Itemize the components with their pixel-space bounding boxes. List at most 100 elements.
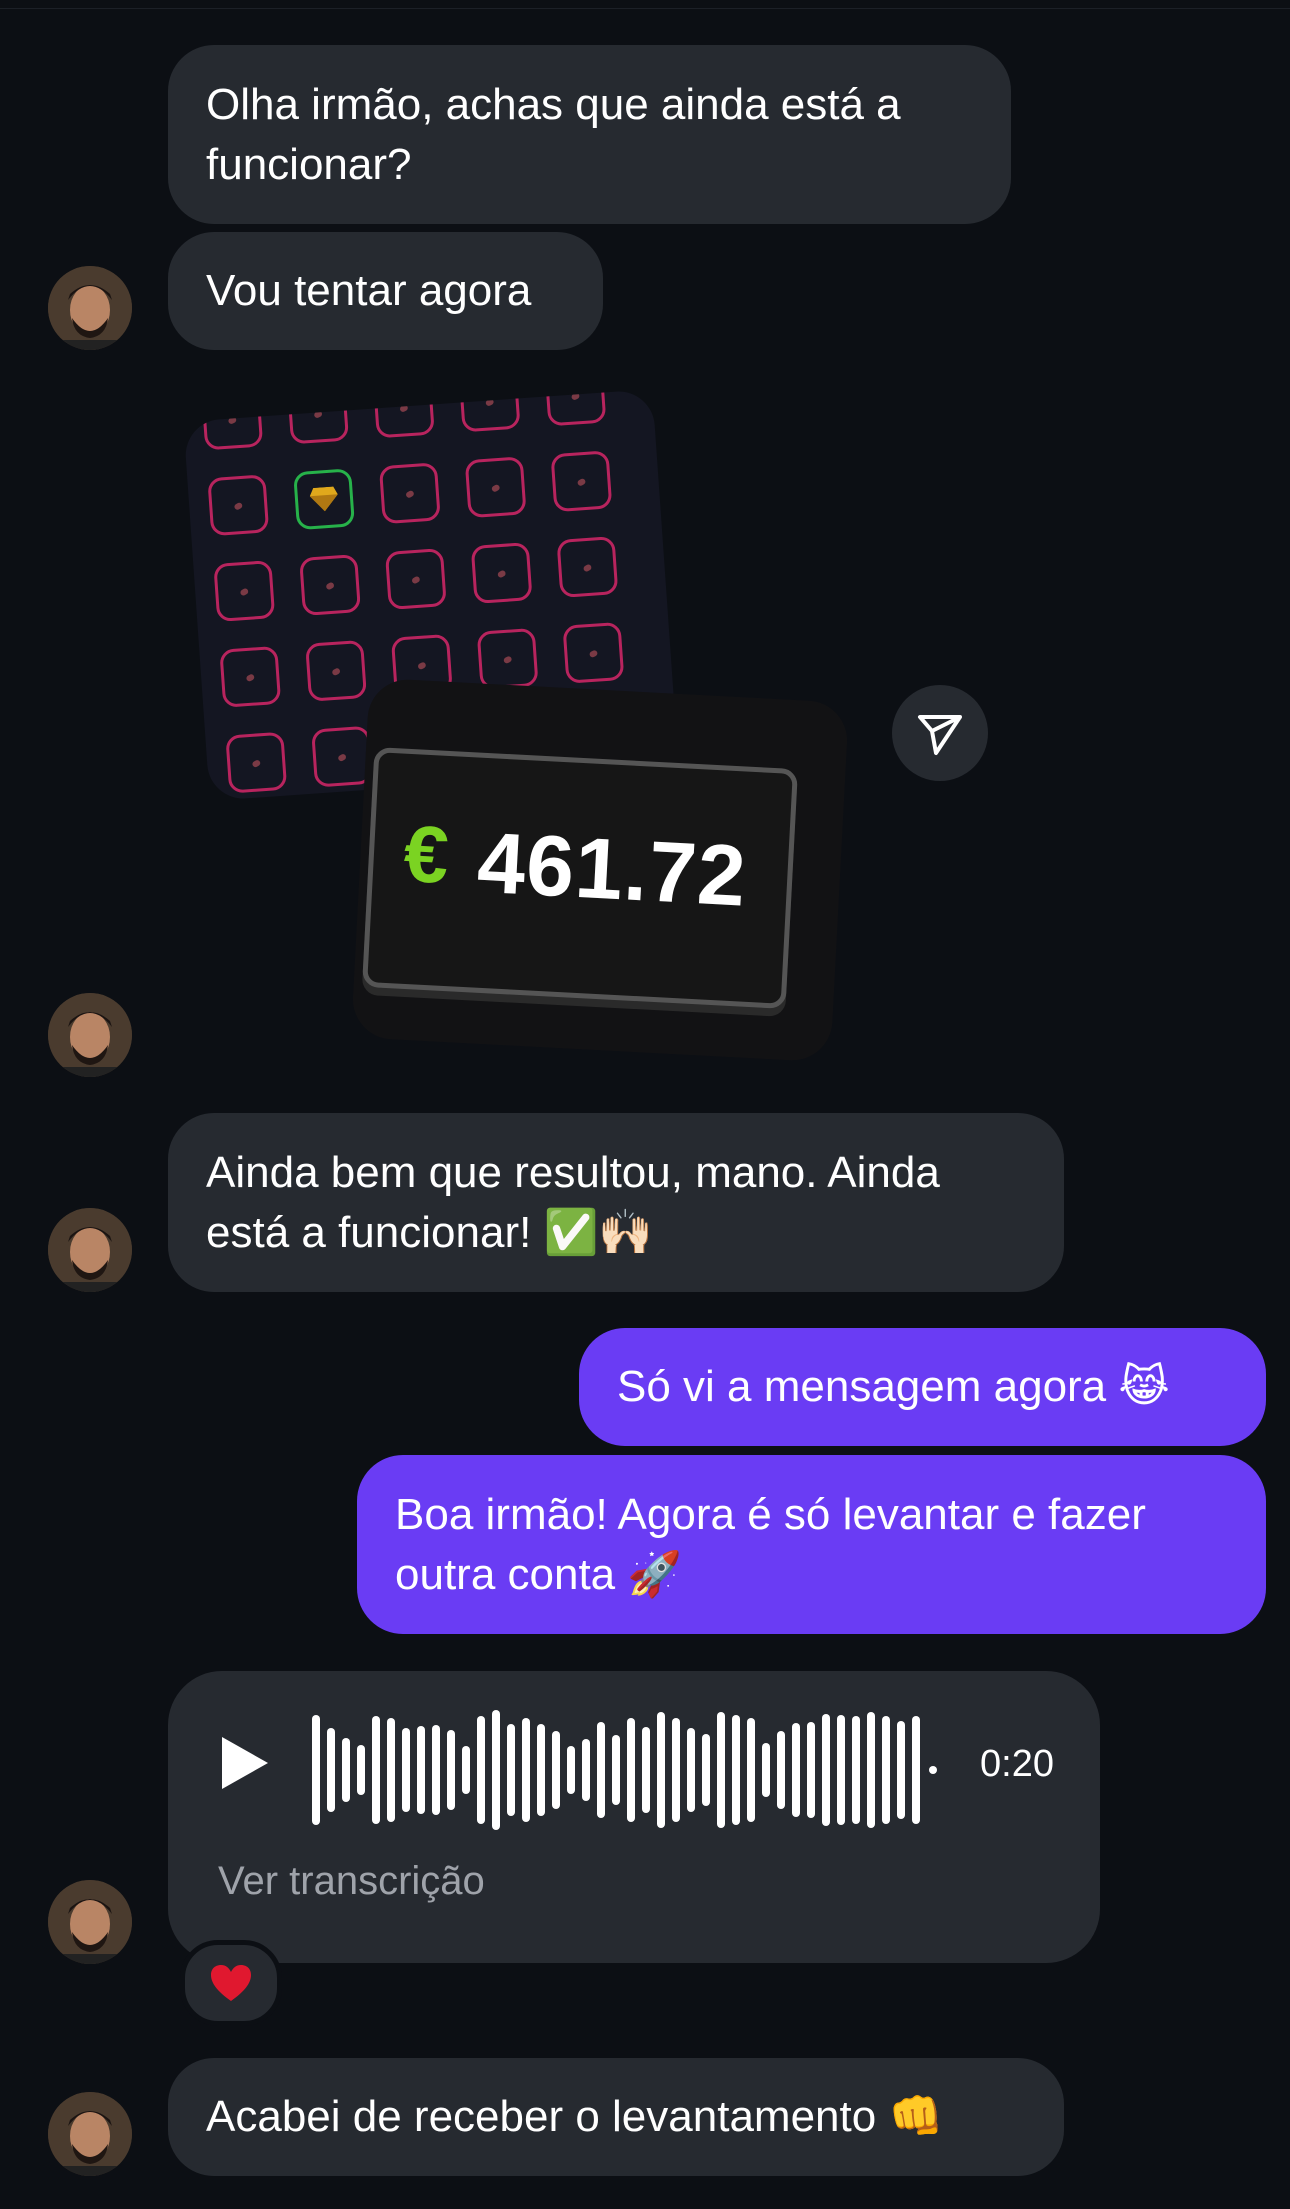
- tile: [556, 536, 619, 598]
- waveform-bar: [702, 1734, 710, 1806]
- waveform-bar: [882, 1716, 890, 1824]
- message-text: Acabei de receber o levantamento: [206, 2092, 877, 2141]
- reaction-badge[interactable]: [180, 1940, 282, 2026]
- waveform-bar: [387, 1718, 395, 1822]
- emoji: 👊: [888, 2091, 944, 2142]
- tile: [287, 389, 350, 445]
- tile: [305, 639, 368, 702]
- gem-icon: [309, 486, 338, 512]
- waveform-bar: [477, 1716, 485, 1824]
- share-button[interactable]: [892, 685, 988, 781]
- balance-amount: 461.72: [475, 814, 749, 925]
- tile: [384, 548, 447, 610]
- tile: [464, 456, 527, 519]
- send-icon: [918, 715, 962, 755]
- waveform-bar: [762, 1743, 770, 1797]
- audio-duration: 0:20: [980, 1743, 1054, 1785]
- waveform-bar: [522, 1718, 530, 1822]
- tile: [378, 462, 441, 525]
- waveform-end-dot: [929, 1766, 937, 1774]
- waveform-bar: [852, 1716, 860, 1824]
- emoji: ✅🙌🏻: [543, 1207, 654, 1258]
- waveform-bar: [717, 1712, 725, 1828]
- waveform-bar: [567, 1746, 575, 1794]
- emoji: 😹: [1118, 1361, 1170, 1412]
- tile: [213, 560, 276, 622]
- incoming-message[interactable]: Acabei de receber o levantamento 👊: [168, 2058, 1064, 2176]
- tile: [219, 645, 282, 708]
- avatar-icon: [48, 2092, 132, 2176]
- waveform-bar: [582, 1739, 590, 1801]
- waveform-bar: [732, 1715, 740, 1825]
- tile: [299, 554, 362, 616]
- tile: [458, 389, 521, 433]
- view-transcript-link[interactable]: Ver transcrição: [218, 1859, 485, 1904]
- waveform-bar: [792, 1723, 800, 1817]
- avatar[interactable]: [48, 2092, 132, 2176]
- waveform-bar: [777, 1731, 785, 1809]
- incoming-message[interactable]: Ainda bem que resultou, mano. Ainda está…: [168, 1113, 1064, 1292]
- avatar-icon: [48, 1880, 132, 1964]
- waveform-bar: [822, 1714, 830, 1826]
- waveform-bar: [897, 1721, 905, 1819]
- message-text: Olha irmão, achas que ainda está a: [206, 80, 901, 129]
- tile: [225, 731, 288, 794]
- emoji: 🚀: [627, 1549, 683, 1600]
- gem-tile: [293, 468, 356, 531]
- waveform-bar: [417, 1726, 425, 1814]
- waveform-bar: [327, 1728, 335, 1812]
- avatar[interactable]: [48, 266, 132, 350]
- waveform-bar: [807, 1722, 815, 1818]
- waveform-bar: [402, 1728, 410, 1812]
- currency-symbol: €: [401, 808, 451, 901]
- waveform-bar: [597, 1722, 605, 1818]
- waveform-bar: [867, 1712, 875, 1828]
- waveform-bar: [912, 1716, 920, 1824]
- outgoing-message[interactable]: Boa irmão! Agora é só levantar e fazer o…: [357, 1455, 1266, 1634]
- avatar[interactable]: [48, 1880, 132, 1964]
- message-text: Ainda bem que resultou, mano. Ainda: [206, 1148, 940, 1197]
- tile: [372, 389, 435, 439]
- waveform-bar: [657, 1712, 665, 1828]
- tile: [544, 389, 607, 427]
- incoming-message[interactable]: Olha irmão, achas que ainda está a funci…: [168, 45, 1011, 224]
- waveform-bar: [447, 1730, 455, 1810]
- waveform-bar: [747, 1718, 755, 1822]
- waveform-bar: [312, 1715, 320, 1825]
- voice-message[interactable]: 0:20 Ver transcrição: [168, 1671, 1100, 1963]
- avatar-icon: [48, 266, 132, 350]
- waveform-bar: [372, 1716, 380, 1824]
- tile: [207, 474, 270, 537]
- tile: [201, 389, 264, 451]
- waveform-bar: [357, 1745, 365, 1795]
- tile: [562, 621, 625, 684]
- message-text: Vou tentar agora: [206, 266, 532, 315]
- waveform-bar: [342, 1738, 350, 1802]
- audio-waveform[interactable]: [312, 1707, 948, 1833]
- waveform-bar: [552, 1731, 560, 1809]
- balance-display: € 461.72: [362, 747, 798, 1009]
- waveform-bar: [462, 1746, 470, 1794]
- waveform-bar: [837, 1715, 845, 1825]
- tile: [550, 450, 613, 513]
- tile: [476, 627, 539, 690]
- waveform-bar: [627, 1718, 635, 1822]
- message-text: está a funcionar!: [206, 1208, 532, 1257]
- waveform-bar: [507, 1724, 515, 1816]
- waveform-bar: [492, 1710, 500, 1830]
- waveform-bar: [537, 1724, 545, 1816]
- message-text: funcionar?: [206, 140, 412, 189]
- incoming-message[interactable]: Vou tentar agora: [168, 232, 603, 350]
- waveform-bar: [642, 1727, 650, 1813]
- outgoing-message[interactable]: Só vi a mensagem agora 😹: [579, 1328, 1266, 1446]
- avatar-icon: [48, 1208, 132, 1292]
- avatar[interactable]: [48, 1208, 132, 1292]
- waveform-bar: [687, 1728, 695, 1812]
- avatar[interactable]: [48, 993, 132, 1077]
- message-text: Boa irmão! Agora é só levantar e fazer: [395, 1490, 1146, 1539]
- avatar-icon: [48, 993, 132, 1077]
- waveform-bar: [672, 1718, 680, 1822]
- play-icon[interactable]: [218, 1735, 270, 1791]
- message-text: Só vi a mensagem agora: [617, 1362, 1107, 1411]
- waveform-bar: [432, 1725, 440, 1815]
